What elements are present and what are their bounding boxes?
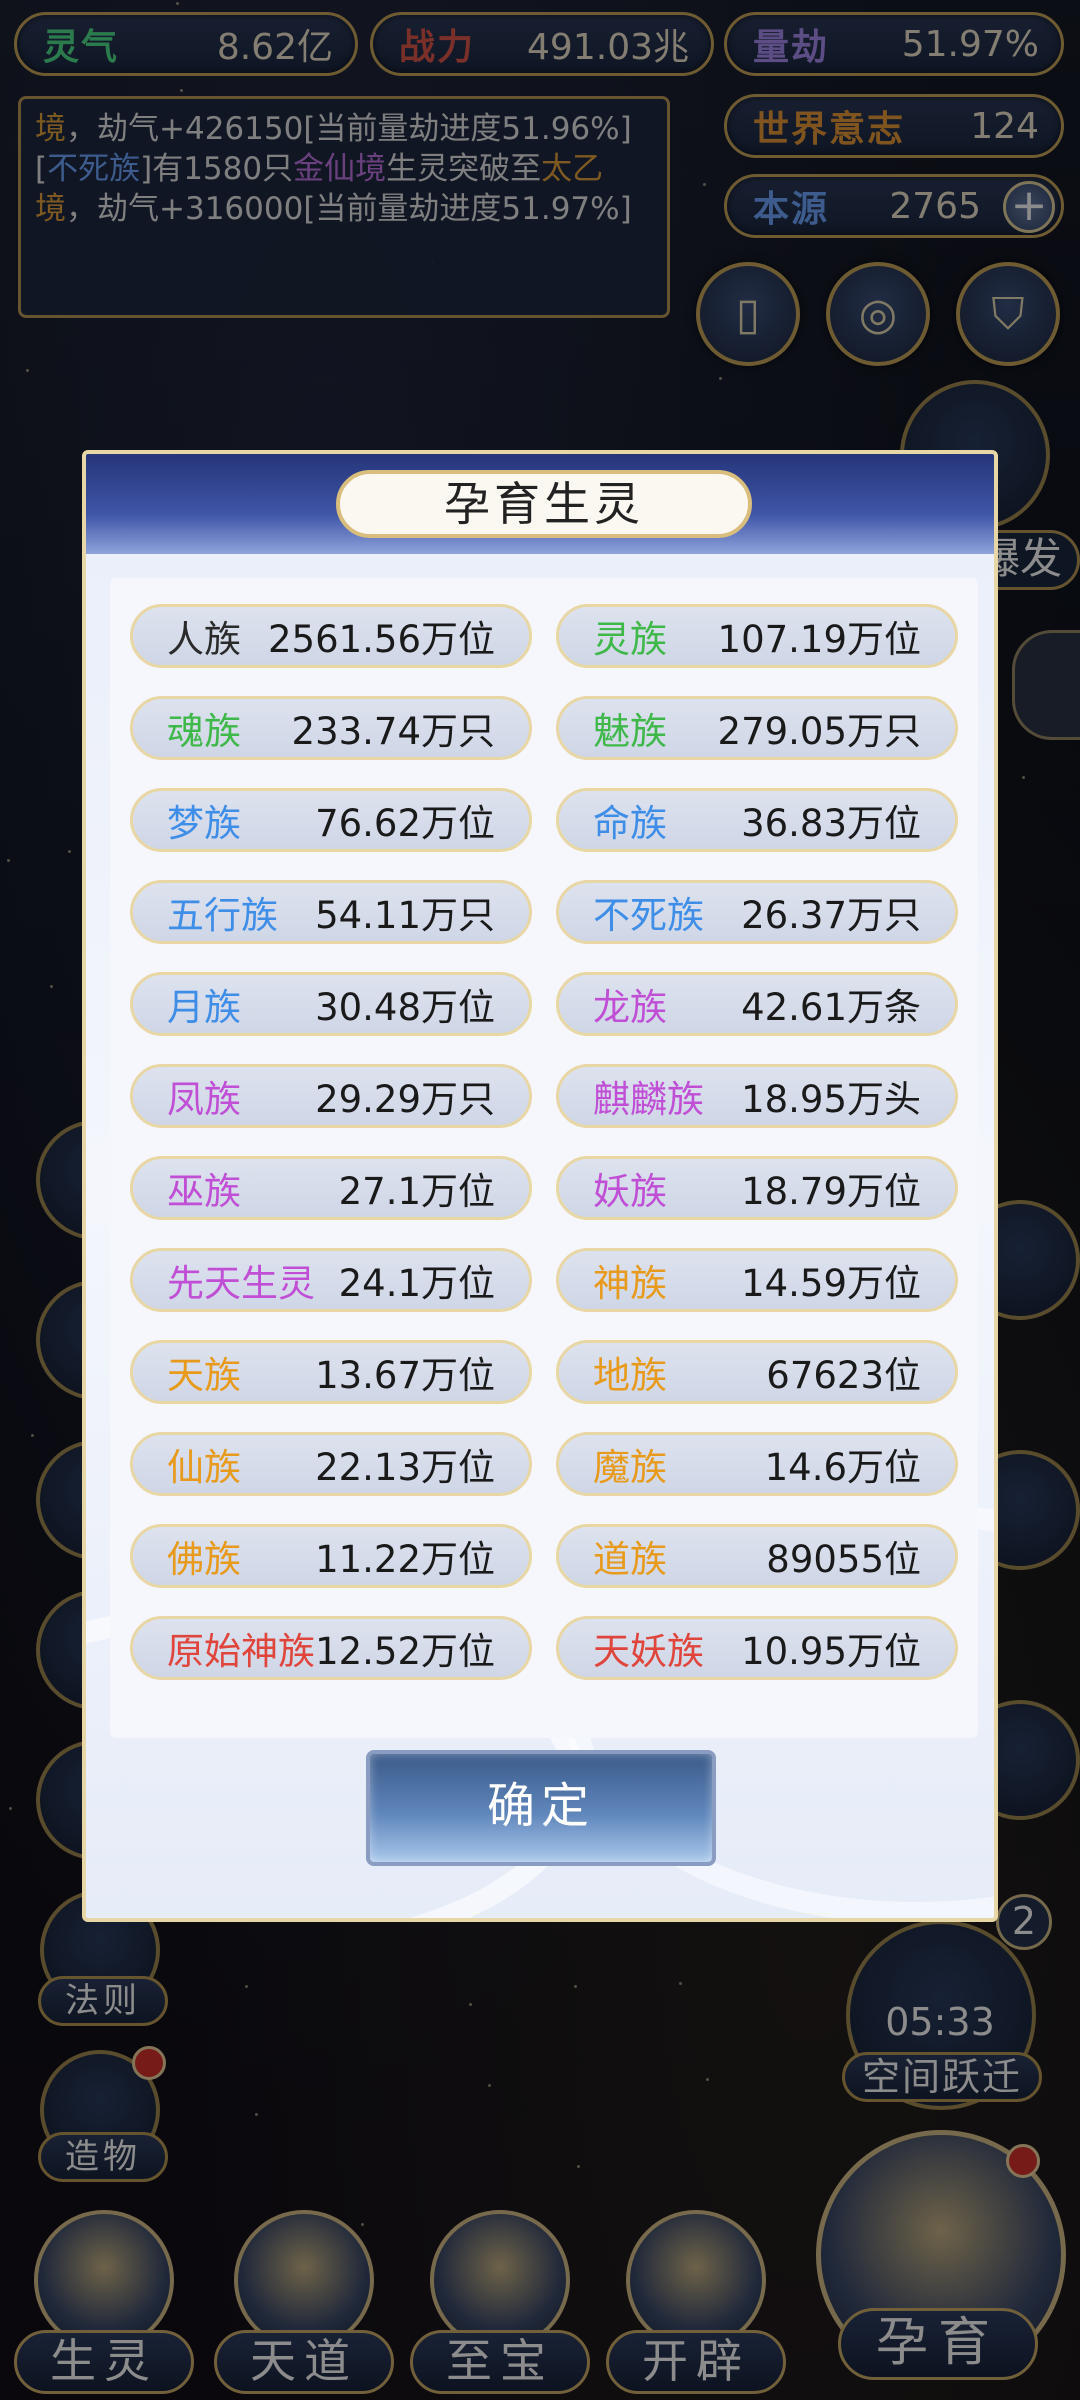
race-name: 五行族 xyxy=(167,894,278,937)
race-entry: 魔族 14.6万位 xyxy=(556,1432,958,1496)
race-name: 魂族 xyxy=(167,710,241,753)
race-count: 26.37万只 xyxy=(741,894,921,937)
race-entry: 魅族 279.05万只 xyxy=(556,696,958,760)
race-entry: 梦族 76.62万位 xyxy=(130,788,532,852)
race-entry: 命族 36.83万位 xyxy=(556,788,958,852)
race-name: 原始神族 xyxy=(167,1630,315,1673)
race-name: 不死族 xyxy=(593,894,704,937)
race-list-scroll[interactable]: 人族 2561.56万位 灵族 107.19万位魂族 233.74万只 魅族 279.05万… xyxy=(110,604,978,1694)
race-count: 14.59万位 xyxy=(741,1262,921,1305)
race-entry: 五行族 54.11万只 xyxy=(130,880,532,944)
race-count: 76.62万位 xyxy=(315,802,495,845)
race-name: 命族 xyxy=(593,802,667,845)
race-entry: 不死族 26.37万只 xyxy=(556,880,958,944)
race-name: 麒麟族 xyxy=(593,1078,704,1121)
race-name: 人族 xyxy=(167,618,241,661)
race-name: 魔族 xyxy=(593,1446,667,1489)
race-entry: 天妖族 10.95万位 xyxy=(556,1616,958,1680)
confirm-button[interactable]: 确定 xyxy=(366,1750,716,1866)
race-count: 107.19万位 xyxy=(717,618,921,661)
race-name: 灵族 xyxy=(593,618,667,661)
race-entry: 魂族 233.74万只 xyxy=(130,696,532,760)
race-entry: 灵族 107.19万位 xyxy=(556,604,958,668)
race-name: 道族 xyxy=(593,1538,667,1581)
race-name: 巫族 xyxy=(167,1170,241,1213)
race-count: 29.29万只 xyxy=(315,1078,495,1121)
breed-dialog: 孕育生灵 人族 2561.56万位 灵族 107.19万位魂族 233.74万只 魅族 27… xyxy=(82,450,998,1922)
race-entry: 先天生灵 24.1万位 xyxy=(130,1248,532,1312)
race-count: 18.79万位 xyxy=(741,1170,921,1213)
race-entry: 佛族 11.22万位 xyxy=(130,1524,532,1588)
race-count: 2561.56万位 xyxy=(267,618,495,661)
race-name: 龙族 xyxy=(593,986,667,1029)
race-count: 54.11万只 xyxy=(315,894,495,937)
race-count: 13.67万位 xyxy=(315,1354,495,1397)
race-grid: 人族 2561.56万位 灵族 107.19万位魂族 233.74万只 魅族 279.05万… xyxy=(130,604,958,1680)
race-entry: 神族 14.59万位 xyxy=(556,1248,958,1312)
race-count: 22.13万位 xyxy=(315,1446,495,1489)
race-name: 佛族 xyxy=(167,1538,241,1581)
race-entry: 妖族 18.79万位 xyxy=(556,1156,958,1220)
race-entry: 道族 89055位 xyxy=(556,1524,958,1588)
race-entry: 月族 30.48万位 xyxy=(130,972,532,1036)
race-entry: 人族 2561.56万位 xyxy=(130,604,532,668)
race-name: 神族 xyxy=(593,1262,667,1305)
race-name: 天妖族 xyxy=(593,1630,704,1673)
race-count: 233.74万只 xyxy=(291,710,495,753)
race-name: 月族 xyxy=(167,986,241,1029)
race-entry: 巫族 27.1万位 xyxy=(130,1156,532,1220)
race-count: 67623位 xyxy=(766,1354,921,1397)
race-entry: 龙族 42.61万条 xyxy=(556,972,958,1036)
race-count: 36.83万位 xyxy=(741,802,921,845)
race-count: 12.52万位 xyxy=(315,1630,495,1673)
race-count: 89055位 xyxy=(766,1538,921,1581)
race-count: 10.95万位 xyxy=(741,1630,921,1673)
race-name: 梦族 xyxy=(167,802,241,845)
race-count: 24.1万位 xyxy=(338,1262,495,1305)
race-entry: 原始神族 12.52万位 xyxy=(130,1616,532,1680)
race-entry: 凤族 29.29万只 xyxy=(130,1064,532,1128)
race-count: 11.22万位 xyxy=(315,1538,495,1581)
race-count: 14.6万位 xyxy=(764,1446,921,1489)
race-entry: 麒麟族 18.95万头 xyxy=(556,1064,958,1128)
race-count: 27.1万位 xyxy=(338,1170,495,1213)
dialog-title: 孕育生灵 xyxy=(336,470,752,538)
race-name: 魅族 xyxy=(593,710,667,753)
race-entry: 仙族 22.13万位 xyxy=(130,1432,532,1496)
race-count: 279.05万只 xyxy=(717,710,921,753)
race-entry: 天族 13.67万位 xyxy=(130,1340,532,1404)
race-name: 天族 xyxy=(167,1354,241,1397)
race-name: 仙族 xyxy=(167,1446,241,1489)
race-name: 凤族 xyxy=(167,1078,241,1121)
race-count: 30.48万位 xyxy=(315,986,495,1029)
race-count: 42.61万条 xyxy=(741,986,921,1029)
race-count: 18.95万头 xyxy=(741,1078,921,1121)
race-name: 先天生灵 xyxy=(167,1262,315,1305)
race-entry: 地族 67623位 xyxy=(556,1340,958,1404)
race-name: 地族 xyxy=(593,1354,667,1397)
race-name: 妖族 xyxy=(593,1170,667,1213)
